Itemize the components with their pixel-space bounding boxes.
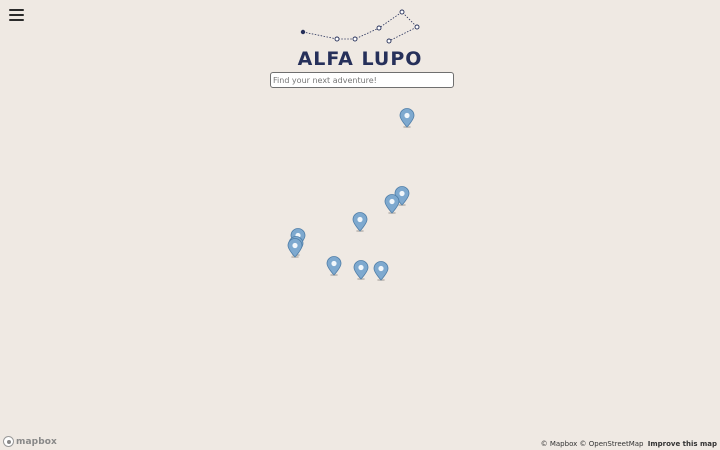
osm-attribution-link[interactable]: © OpenStreetMap (580, 440, 644, 448)
menu-bar (9, 9, 24, 11)
brand-title: ALFA LUPO (297, 48, 423, 70)
map-pin-icon[interactable] (399, 108, 415, 129)
mapbox-attribution-link[interactable]: © Mapbox (541, 440, 578, 448)
mapbox-mark-icon (3, 436, 14, 447)
map-pin-icon[interactable] (326, 256, 342, 277)
search-input[interactable] (270, 72, 454, 88)
map-pin-icon[interactable] (373, 261, 389, 282)
brand-logo: ALFA LUPO (297, 6, 423, 70)
map-attribution: © Mapbox © OpenStreetMap Improve this ma… (541, 440, 717, 448)
constellation-icon (300, 9, 420, 44)
menu-bar (9, 14, 24, 16)
hamburger-menu-icon[interactable] (9, 9, 25, 21)
map-pin-icon[interactable] (384, 194, 400, 215)
map-pin-icon[interactable] (287, 238, 303, 259)
mapbox-logo-text: mapbox (16, 436, 57, 447)
improve-map-link[interactable]: Improve this map (648, 440, 717, 448)
map-pin-icon[interactable] (352, 212, 368, 233)
map-pin-icon[interactable] (353, 260, 369, 281)
mapbox-logo[interactable]: mapbox (3, 436, 57, 447)
map-canvas[interactable]: ALFA LUPO mapbox © Mapbox © OpenStreetMa… (0, 0, 720, 450)
menu-bar (9, 19, 24, 21)
